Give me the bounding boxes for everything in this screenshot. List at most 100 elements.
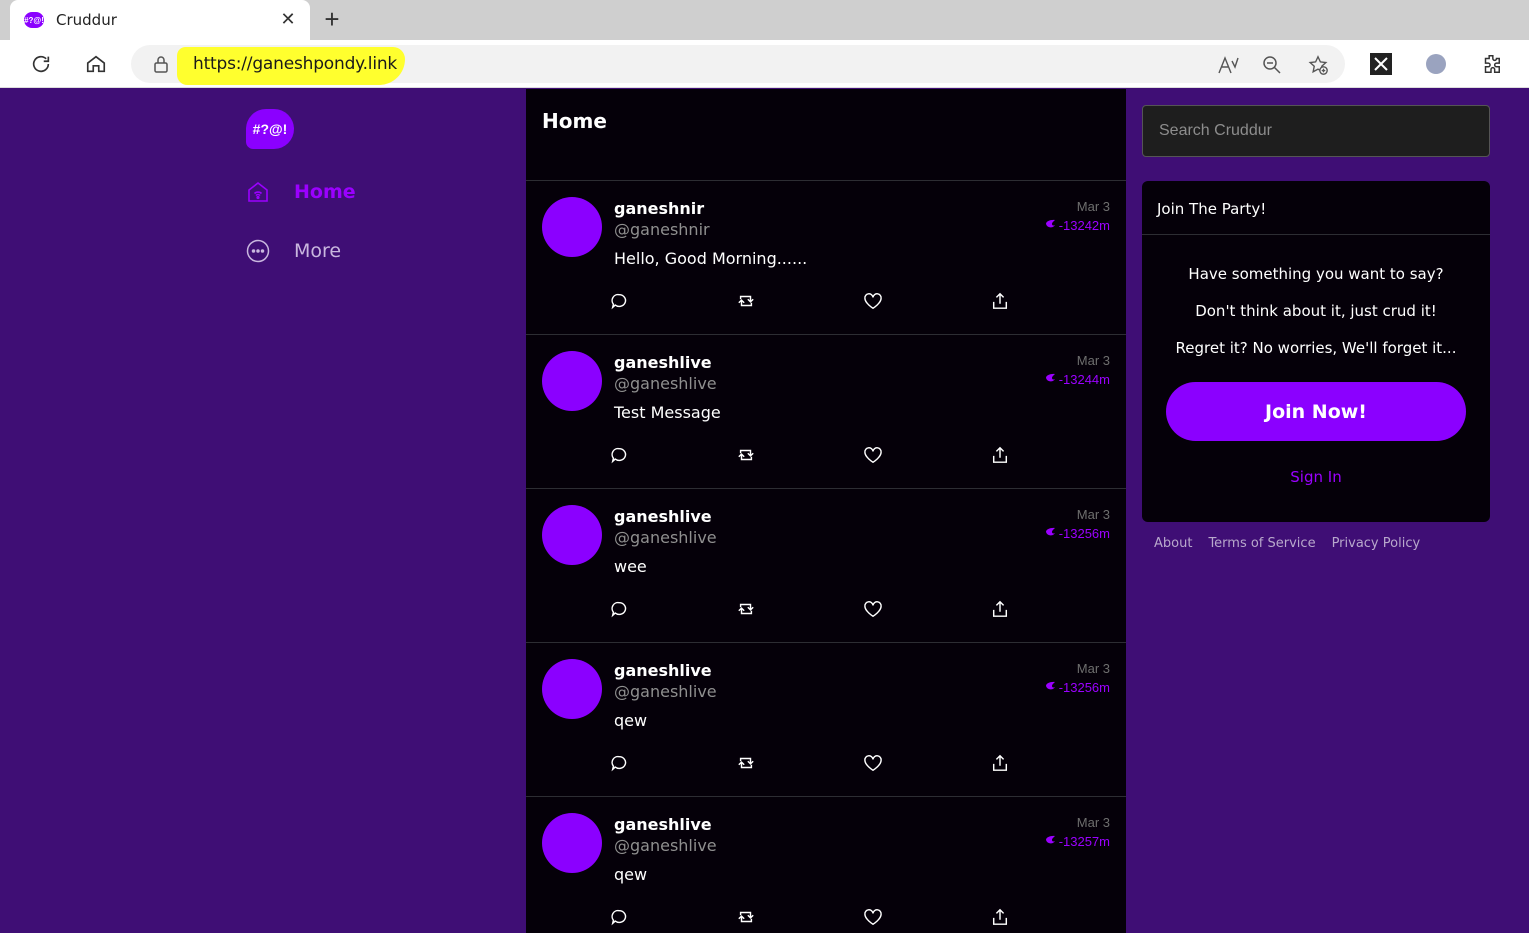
- post-handle[interactable]: @ganeshnir: [614, 220, 710, 239]
- post-date: Mar 3: [1076, 353, 1110, 368]
- browser-tab[interactable]: #?@! Cruddur ✕: [10, 0, 310, 40]
- post-message: Test Message: [614, 403, 721, 422]
- post-expiry-value: -13244m: [1058, 372, 1110, 387]
- favicon-icon: #?@!: [24, 12, 44, 28]
- url-text[interactable]: https://ganeshpondy.link: [193, 54, 397, 74]
- post-display-name[interactable]: ganeshnir: [614, 199, 704, 218]
- footer-links: About Terms of Service Privacy Policy: [1154, 536, 1420, 551]
- extension-x-icon[interactable]: [1367, 50, 1395, 78]
- feed-header: Home: [526, 89, 1126, 181]
- flame-icon: [1044, 680, 1059, 695]
- read-aloud-icon[interactable]: [1216, 53, 1240, 77]
- footer-link-terms[interactable]: Terms of Service: [1208, 536, 1315, 551]
- feed-post[interactable]: ganeshlive @ganeshlive wee Mar 3 -13256m: [526, 489, 1126, 643]
- new-tab-icon[interactable]: +: [318, 6, 346, 34]
- post-message: wee: [614, 557, 647, 576]
- post-date: Mar 3: [1076, 661, 1110, 676]
- tab-title: Cruddur: [56, 11, 117, 29]
- like-icon[interactable]: [863, 907, 883, 927]
- sidebar-item-home[interactable]: Home: [246, 180, 356, 204]
- post-expiry-value: -13242m: [1058, 218, 1110, 233]
- feed: Home ganeshnir @ganeshnir Hello, Good Morn…: [526, 89, 1126, 933]
- flame-icon: [1044, 834, 1059, 849]
- share-icon[interactable]: [990, 291, 1010, 311]
- post-expiry-value: -13257m: [1058, 834, 1110, 849]
- reply-icon[interactable]: [609, 753, 629, 773]
- repost-icon[interactable]: [736, 445, 756, 465]
- post-display-name[interactable]: ganeshlive: [614, 507, 712, 526]
- zoom-out-icon[interactable]: [1260, 53, 1284, 77]
- post-expiry: -13244m: [1044, 372, 1110, 387]
- share-icon[interactable]: [990, 753, 1010, 773]
- sidebar-item-label: More: [294, 240, 342, 262]
- post-date: Mar 3: [1076, 815, 1110, 830]
- avatar[interactable]: [542, 351, 602, 411]
- sidebar-item-more[interactable]: More: [246, 239, 341, 263]
- feed-post[interactable]: ganeshlive @ganeshlive Test Message Mar 3 -1…: [526, 335, 1126, 489]
- post-handle[interactable]: @ganeshlive: [614, 528, 717, 547]
- flame-icon: [1044, 526, 1059, 541]
- sign-in-link[interactable]: Sign In: [1142, 468, 1490, 486]
- post-handle[interactable]: @ganeshlive: [614, 374, 717, 393]
- repost-icon[interactable]: [736, 753, 756, 773]
- footer-link-about[interactable]: About: [1154, 536, 1192, 551]
- feed-post[interactable]: ganeshlive @ganeshlive qew Mar 3 -13257m: [526, 797, 1126, 933]
- search-input[interactable]: [1142, 105, 1490, 157]
- feed-post[interactable]: ganeshlive @ganeshlive qew Mar 3 -13256m: [526, 643, 1126, 797]
- post-message: qew: [614, 711, 648, 730]
- like-icon[interactable]: [863, 291, 883, 311]
- join-card-title: Join The Party!: [1142, 181, 1490, 235]
- post-expiry: -13256m: [1044, 680, 1110, 695]
- join-card: Join The Party! Have something you want …: [1142, 181, 1490, 522]
- feed-post[interactable]: ganeshnir @ganeshnir Hello, Good Morning..…: [526, 181, 1126, 335]
- join-line: Don't think about it, just crud it!: [1195, 302, 1437, 320]
- join-now-button[interactable]: Join Now!: [1166, 382, 1466, 441]
- join-line: Regret it? No worries, We'll forget it..…: [1175, 339, 1457, 357]
- cruddur-logo[interactable]: #?@!: [246, 109, 294, 149]
- post-handle[interactable]: @ganeshlive: [614, 682, 717, 701]
- post-handle[interactable]: @ganeshlive: [614, 836, 717, 855]
- profile-avatar-icon[interactable]: [1422, 50, 1450, 78]
- repost-icon[interactable]: [736, 907, 756, 927]
- flame-icon: [1044, 372, 1059, 387]
- favorites-icon[interactable]: [1306, 53, 1330, 77]
- repost-icon[interactable]: [736, 291, 756, 311]
- footer-link-privacy[interactable]: Privacy Policy: [1332, 536, 1421, 551]
- reply-icon[interactable]: [609, 599, 629, 619]
- post-display-name[interactable]: ganeshlive: [614, 815, 712, 834]
- avatar[interactable]: [542, 197, 602, 257]
- flame-icon: [1044, 218, 1059, 233]
- lock-icon: [153, 55, 169, 78]
- avatar[interactable]: [542, 813, 602, 873]
- share-icon[interactable]: [990, 907, 1010, 927]
- address-bar[interactable]: https://ganeshpondy.link: [131, 45, 1345, 85]
- post-expiry: -13256m: [1044, 526, 1110, 541]
- reply-icon[interactable]: [609, 291, 629, 311]
- like-icon[interactable]: [863, 599, 883, 619]
- share-icon[interactable]: [990, 599, 1010, 619]
- sidebar-item-label: Home: [294, 181, 356, 203]
- post-message: Hello, Good Morning......: [614, 249, 808, 268]
- post-expiry: -13242m: [1044, 218, 1110, 233]
- repost-icon[interactable]: [736, 599, 756, 619]
- close-tab-icon[interactable]: ✕: [278, 9, 298, 29]
- more-icon: [246, 239, 270, 263]
- post-display-name[interactable]: ganeshlive: [614, 353, 712, 372]
- post-date: Mar 3: [1076, 507, 1110, 522]
- like-icon[interactable]: [863, 753, 883, 773]
- avatar[interactable]: [542, 659, 602, 719]
- like-icon[interactable]: [863, 445, 883, 465]
- reply-icon[interactable]: [609, 907, 629, 927]
- home-browser-icon[interactable]: [82, 50, 110, 78]
- extensions-icon[interactable]: [1477, 50, 1505, 78]
- share-icon[interactable]: [990, 445, 1010, 465]
- avatar[interactable]: [542, 505, 602, 565]
- page: #?@! Home More Home ganeshnir @ganeshnir H…: [0, 89, 1529, 933]
- join-line: Have something you want to say?: [1188, 265, 1444, 283]
- post-expiry-value: -13256m: [1058, 526, 1110, 541]
- reply-icon[interactable]: [609, 445, 629, 465]
- refresh-icon[interactable]: [27, 50, 55, 78]
- post-message: qew: [614, 865, 648, 884]
- browser-tab-bar: #?@! Cruddur ✕ +: [0, 0, 1529, 40]
- post-display-name[interactable]: ganeshlive: [614, 661, 712, 680]
